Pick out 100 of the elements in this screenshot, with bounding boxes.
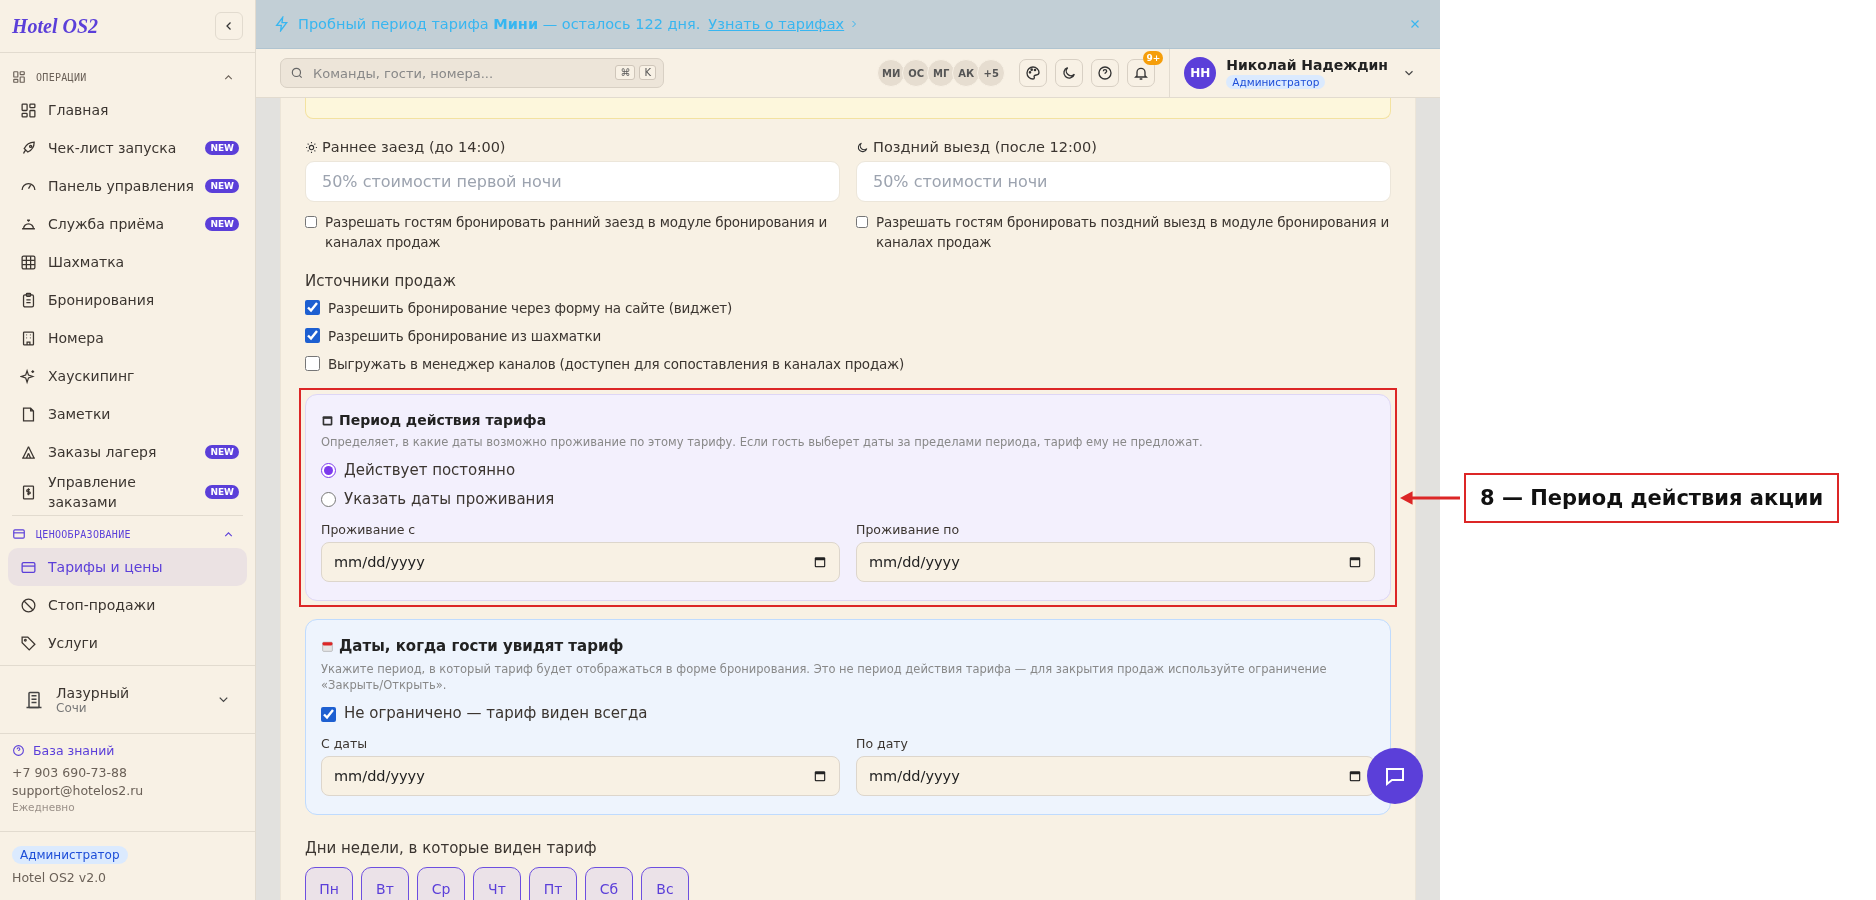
receipt-icon (20, 483, 37, 501)
grid-icon (20, 101, 37, 119)
sidebar-item[interactable]: Служба приёма NEW (8, 205, 247, 243)
moon-icon (1061, 65, 1078, 81)
item-label: Главная (48, 101, 110, 120)
radio-button[interactable] (321, 462, 336, 478)
weekday-toggle[interactable]: Пт (529, 867, 577, 900)
section-title: Источники продаж (305, 272, 457, 290)
field-label: По дату (856, 736, 909, 751)
weekday-toggle[interactable]: Вт (361, 867, 409, 900)
shortcut-key: K (639, 65, 656, 80)
role-badge: Администратор (12, 846, 128, 864)
user-name: Николай Надеждин (1226, 57, 1388, 73)
user-avatar[interactable]: ОС (902, 59, 931, 87)
sidebar-item[interactable]: Панель управления NEW (8, 167, 247, 205)
lightning-icon (274, 16, 290, 32)
property-switcher[interactable]: Лазурный Сочи (0, 665, 255, 733)
version-text: Hotel OS2 v2.0 (12, 870, 107, 885)
app-logo: Hotel OS2 (12, 14, 99, 38)
sidebar-item[interactable]: Номера (8, 319, 247, 357)
sidebar-item[interactable]: Заказы лагеря NEW (8, 433, 247, 471)
palette-button[interactable] (1019, 59, 1048, 87)
tag-icon (20, 634, 37, 652)
dark-mode-button[interactable] (1055, 59, 1084, 87)
radio-button[interactable] (321, 491, 336, 507)
checkbox[interactable] (305, 300, 320, 315)
checkbox-label: Разрешить бронирование из шахматки (328, 327, 602, 346)
user-avatar[interactable]: АК (952, 59, 981, 87)
sidebar-item[interactable]: Стоп-продажи (8, 586, 247, 624)
sidebar-item[interactable]: Услуги (8, 624, 247, 662)
card-description: Определяет, в какие даты возможно проживание по этому тарифу. Если гость выберет даты за пределами периода, тариф ему не предложат. (321, 434, 1204, 450)
sidebar-item[interactable]: Чек-лист запуска NEW (8, 129, 247, 167)
user-avatar[interactable]: МИ (877, 59, 906, 87)
sidebar-item[interactable]: Шахматка (8, 243, 247, 281)
item-label: Стоп-продажи (48, 596, 157, 615)
checkbox[interactable] (305, 328, 320, 343)
date-field[interactable]: mm/dd/yyyy (856, 542, 1375, 582)
item-label: Тарифы и цены (48, 558, 164, 577)
field-label: Поздний выезд (после 12:00) (873, 139, 1097, 155)
role-badge: Администратор (1226, 75, 1326, 89)
grid-icon (12, 70, 26, 84)
moon-icon (856, 140, 869, 154)
annotation-label: 8 — Период действия акции (1464, 473, 1840, 523)
section-header[interactable]: ЦЕНООБРАЗОВАНИЕ (0, 520, 255, 548)
new-badge: NEW (205, 445, 239, 459)
sidebar-item[interactable]: Хаускипинг (8, 357, 247, 395)
item-label: Заказы лагеря (48, 443, 158, 462)
checkbox-label: Разрешить бронирование через форму на сайте (виджет) (328, 299, 733, 318)
sparkle-icon (20, 367, 37, 385)
user-avatar[interactable]: МГ (927, 59, 956, 87)
field-label: Проживание с (321, 522, 417, 537)
item-label: Услуги (48, 634, 99, 653)
radio-label: Указать даты проживания (344, 490, 555, 508)
checkbox-label: Разрешать гостям бронировать ранний заезд в модуле бронирования и каналах продаж (325, 213, 829, 252)
input-field[interactable]: 50% стоимости первой ночи (305, 161, 840, 202)
checkbox[interactable] (305, 216, 317, 228)
banner-text: Пробный период тарифа Мини — осталось 122 дня. (298, 16, 701, 32)
weekday-toggle[interactable]: Вс (641, 867, 689, 900)
checkbox-label: Не ограничено — тариф виден всегда (344, 704, 648, 722)
checkbox[interactable] (321, 706, 336, 722)
field-label: Раннее заезд (до 14:00) (322, 139, 506, 155)
item-label: Управление заказами (48, 473, 137, 512)
clipboard-icon (20, 291, 37, 309)
checkbox[interactable] (305, 356, 320, 371)
item-label: Шахматка (48, 253, 126, 272)
date-field[interactable]: mm/dd/yyyy (856, 756, 1375, 796)
weekday-toggle[interactable]: Сб (585, 867, 633, 900)
item-label: Панель управления (48, 177, 195, 196)
sidebar-item[interactable]: Бронирования (8, 281, 247, 319)
section-header[interactable]: ОПЕРАЦИИ (0, 63, 255, 91)
weekday-toggle[interactable]: Чт (473, 867, 521, 900)
checkbox[interactable] (856, 216, 868, 228)
sidebar-item[interactable]: Главная (8, 91, 247, 129)
help-button[interactable] (1091, 59, 1120, 87)
sidebar-item[interactable]: Управление заказами NEW (8, 471, 247, 513)
input-field[interactable]: 50% стоимости ночи (856, 161, 1391, 202)
shortcut-key: ⌘ (615, 65, 636, 80)
sidebar-item[interactable]: Заметки (8, 395, 247, 433)
more-users-count[interactable]: +5 (977, 59, 1006, 87)
help-icon (12, 744, 25, 757)
calendar-icon (321, 413, 334, 427)
sidebar-item[interactable]: Тарифы и цены (8, 548, 247, 586)
notifications-button[interactable] (1127, 59, 1156, 87)
document-icon (20, 405, 37, 423)
item-label: Чек-лист запуска (48, 139, 178, 158)
weekday-toggle[interactable]: Пн (305, 867, 353, 900)
item-label: Бронирования (48, 291, 156, 310)
date-field[interactable]: mm/dd/yyyy (321, 756, 840, 796)
date-field[interactable]: mm/dd/yyyy (321, 542, 840, 582)
table-icon (20, 253, 37, 271)
search-icon (290, 66, 304, 80)
section-title: Дни недели, в которые виден тариф (305, 839, 598, 857)
radio-label: Действует постоянно (344, 461, 516, 479)
help-icon (1097, 65, 1114, 81)
card-description: Укажите период, в который тариф будет отображаться в форме бронирования. Это не период действия тарифа — для закрытия продаж используйте ограничение «Закрыть/Открыть». (321, 661, 1328, 693)
new-badge: NEW (205, 217, 239, 231)
knowledge-base-link[interactable]: База знаний (12, 743, 243, 758)
support-email: support@hotelos2.ru (12, 783, 145, 798)
weekday-toggle[interactable]: Ср (417, 867, 465, 900)
user-avatar[interactable]: НН (1184, 57, 1217, 89)
